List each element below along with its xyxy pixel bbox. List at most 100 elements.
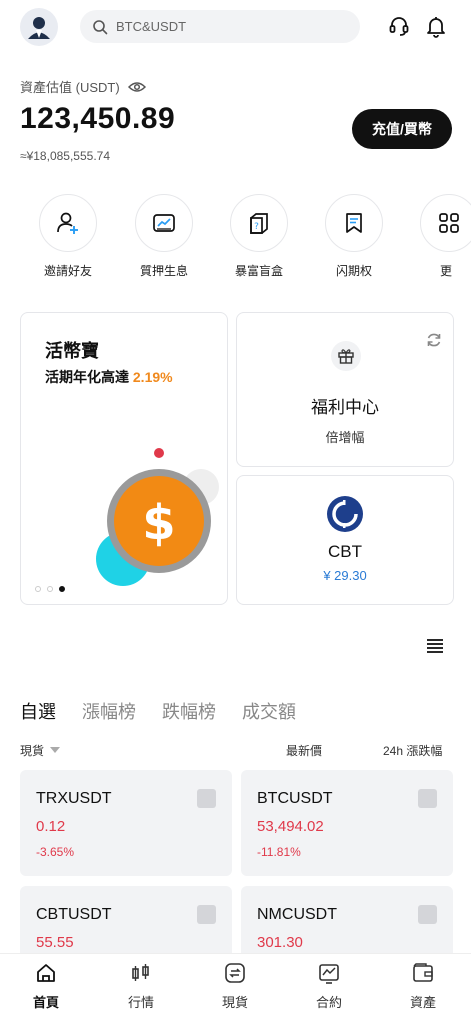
quick-action-circle	[420, 194, 471, 252]
welfare-center-card[interactable]: 福利中心 倍增幅	[236, 312, 454, 467]
nav-market[interactable]: 行情	[111, 962, 171, 1011]
cbt-card-price: ¥ 29.30	[323, 568, 367, 583]
tab-gainers[interactable]: 漲幅榜	[82, 698, 136, 724]
change-header: 24h 漲跌幅	[383, 744, 443, 758]
market-tabs: 自選 漲幅榜 跌幅榜 成交額	[20, 698, 296, 724]
tab-losers[interactable]: 跌幅榜	[162, 698, 216, 724]
svg-text:?: ?	[254, 222, 259, 232]
earn-card[interactable]: 活幣寶 活期年化高達 2.19% $	[20, 312, 228, 605]
nav-spot[interactable]: 現貨	[205, 962, 265, 1011]
more-icon	[439, 213, 459, 233]
mystery-box-icon: ?	[250, 213, 268, 234]
latest-price-header: 最新價	[286, 744, 323, 758]
option-flag-icon	[346, 213, 362, 233]
pair-card[interactable]: TRXUSDT 0.12 -3.65%	[20, 770, 232, 876]
pair-select-checkbox[interactable]	[197, 905, 216, 924]
tab-favorites[interactable]: 自選	[20, 698, 56, 724]
earn-card-subtitle-text: 活期年化高達	[45, 369, 129, 385]
nav-label: 資產	[409, 995, 436, 1010]
earn-card-title: 活幣寶	[45, 341, 99, 361]
bell-icon	[427, 17, 445, 38]
pair-card[interactable]: BTCUSDT 53,494.02 -11.81%	[241, 770, 453, 876]
refresh-icon[interactable]	[425, 331, 443, 349]
quick-action-label: 暴富盲盒	[234, 264, 283, 278]
quick-action-circle	[325, 194, 383, 252]
pair-name: BTCUSDT	[257, 790, 333, 807]
spot-filter[interactable]: 現貨	[20, 742, 61, 759]
quick-action-mystery-box[interactable]: ? 暴富盲盒	[229, 194, 289, 279]
candlestick-icon	[111, 962, 171, 984]
asset-fiat-value: ≈¥18,085,555.74	[20, 149, 110, 163]
pair-price: 301.30	[257, 934, 303, 951]
pair-price: 55.55	[36, 934, 74, 951]
quick-action-flash-option[interactable]: 闪期权	[324, 194, 384, 279]
quick-action-label: 闪期权	[335, 264, 372, 278]
coin-illustration-icon: $	[96, 448, 219, 586]
carousel-dots	[35, 586, 65, 592]
pair-change: -3.65%	[36, 845, 75, 859]
quick-action-circle: ?	[230, 194, 288, 252]
search-placeholder: BTC&USDT	[116, 19, 187, 34]
asset-valuation-label: 資產估值 (USDT)	[20, 77, 146, 96]
asset-total-value: 123,450.89	[20, 102, 176, 135]
nav-label: 現貨	[221, 995, 248, 1010]
chart-card-icon	[153, 214, 175, 232]
cbt-card-title: CBT	[328, 542, 362, 561]
pair-name: CBTUSDT	[36, 906, 112, 923]
pair-select-checkbox[interactable]	[418, 789, 437, 808]
spot-exchange-icon	[205, 962, 265, 984]
nav-label: 合約	[315, 995, 342, 1010]
headset-icon	[389, 17, 409, 36]
tab-volume[interactable]: 成交額	[242, 698, 296, 724]
pair-price: 53,494.02	[257, 818, 324, 835]
gift-icon	[338, 349, 354, 364]
cbt-coin-icon	[327, 496, 363, 532]
earn-card-subtitle: 活期年化高達 2.19%	[45, 367, 173, 387]
add-user-icon	[57, 212, 78, 234]
gift-icon-wrapper	[331, 341, 361, 371]
bottom-nav: 首頁 行情 現貨 合約 資產	[0, 953, 471, 1015]
search-icon	[93, 19, 108, 34]
welfare-card-title: 福利中心	[311, 398, 379, 417]
pair-name: TRXUSDT	[36, 790, 112, 807]
nav-assets[interactable]: 資產	[393, 962, 453, 1011]
caret-down-icon	[50, 747, 61, 753]
earn-card-rate: 2.19%	[132, 369, 173, 385]
nav-contract[interactable]: 合約	[299, 962, 359, 1011]
top-bar: BTC&USDT	[0, 0, 471, 56]
deposit-buy-button[interactable]: 充值/買幣	[352, 109, 452, 149]
quick-action-label: 質押生息	[139, 264, 188, 278]
avatar[interactable]	[20, 8, 58, 46]
nav-label: 首頁	[32, 995, 59, 1010]
spot-filter-label: 現貨	[20, 744, 45, 758]
pair-price: 0.12	[36, 818, 66, 835]
quick-action-circle	[135, 194, 193, 252]
wallet-icon	[393, 962, 453, 984]
search-input[interactable]: BTC&USDT	[80, 10, 360, 43]
contract-chart-icon	[299, 962, 359, 984]
quick-action-circle	[39, 194, 97, 252]
pair-select-checkbox[interactable]	[197, 789, 216, 808]
quick-action-label: 邀請好友	[43, 264, 92, 278]
home-icon	[16, 962, 76, 984]
pair-select-checkbox[interactable]	[418, 905, 437, 924]
asset-valuation-text: 資產估值 (USDT)	[20, 80, 120, 95]
pair-change: -11.81%	[257, 845, 301, 859]
support-button[interactable]	[386, 12, 412, 40]
carousel-dot[interactable]	[35, 586, 41, 592]
notification-button[interactable]	[423, 12, 449, 40]
nav-home[interactable]: 首頁	[16, 962, 76, 1011]
quick-action-staking[interactable]: 質押生息	[134, 194, 194, 279]
menu-icon[interactable]	[426, 638, 444, 654]
carousel-dot-active[interactable]	[59, 586, 65, 592]
cbt-card[interactable]: CBT ¥ 29.30	[236, 475, 454, 605]
carousel-dot[interactable]	[47, 586, 53, 592]
svg-text:$: $	[142, 495, 175, 551]
pair-name: NMCUSDT	[257, 906, 337, 923]
quick-action-invite[interactable]: 邀請好友	[38, 194, 98, 279]
welfare-card-subtitle: 倍增幅	[325, 430, 365, 445]
eye-icon[interactable]	[127, 81, 146, 93]
quick-action-more[interactable]: 更	[420, 194, 471, 279]
quick-action-label: 更	[440, 264, 453, 278]
user-avatar-icon	[28, 17, 50, 39]
